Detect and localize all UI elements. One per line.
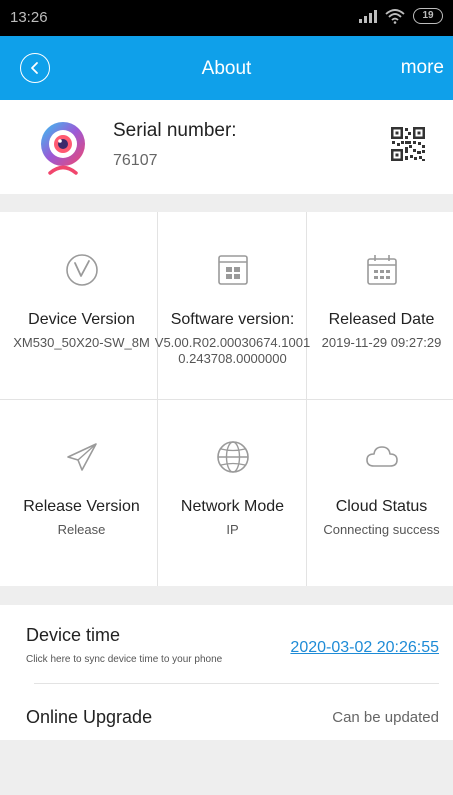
device-card: Serial number: 76107: [0, 100, 453, 194]
qr-code-icon[interactable]: [390, 126, 426, 162]
serial-number-label: Serial number:: [113, 120, 237, 141]
device-time-hint: Click here to sync device time to your p…: [26, 654, 223, 665]
cloud-status-cell: Cloud Status Connecting success: [306, 399, 453, 586]
settings-rows: Device time Click here to sync device ti…: [0, 605, 453, 740]
chip-icon: [217, 255, 248, 285]
paper-plane-icon: [66, 443, 97, 471]
released-date-value: 2019-11-29 09:27:29: [321, 335, 442, 350]
release-version-label: Release Version: [23, 498, 140, 515]
chevron-left-icon: [31, 62, 38, 74]
online-upgrade-status: Can be updated: [332, 709, 439, 726]
device-info-grid: Device Version XM530_50X20-SW_8M Softwar…: [0, 212, 453, 586]
software-version-label: Software version:: [170, 311, 295, 328]
row-divider: [34, 683, 439, 684]
nav-bar: About more: [0, 36, 453, 100]
battery-icon: 19: [413, 8, 443, 24]
status-icons: 19: [359, 8, 443, 24]
page-title: About: [201, 58, 252, 79]
device-version-value: XM530_50X20-SW_8M: [13, 335, 150, 350]
signal-icon: [359, 9, 377, 23]
status-time: 13:26: [10, 9, 48, 26]
cloud-status-label: Cloud Status: [335, 498, 428, 515]
wifi-icon: [385, 9, 405, 24]
cloud-icon: [365, 446, 398, 467]
globe-icon: [216, 441, 249, 473]
device-version-label: Device Version: [28, 311, 135, 328]
release-version-cell: Release Version Release: [6, 399, 157, 586]
cloud-status-value: Connecting success: [323, 522, 440, 537]
network-mode-value: IP: [226, 522, 239, 537]
more-button[interactable]: more: [401, 57, 444, 79]
network-mode-label: Network Mode: [180, 498, 285, 515]
software-version-value: V5.00.R02.00030674.10010.243708.0000000: [154, 335, 311, 366]
back-button[interactable]: [20, 53, 50, 83]
release-version-value: Release: [57, 522, 106, 537]
device-time-title: Device time: [26, 625, 121, 645]
device-version-cell: Device Version XM530_50X20-SW_8M: [6, 212, 157, 399]
calendar-icon: [366, 255, 397, 285]
status-bar: 13:26 19: [0, 0, 453, 36]
released-date-cell: Released Date 2019-11-29 09:27:29: [306, 212, 453, 399]
online-upgrade-title: Online Upgrade: [26, 707, 153, 727]
camera-app-logo: [41, 122, 85, 175]
network-mode-cell: Network Mode IP: [157, 399, 308, 586]
serial-number-value: 76107: [113, 152, 158, 169]
battery-level: 19: [422, 10, 434, 21]
released-date-label: Released Date: [328, 311, 435, 328]
software-version-cell: Software version: V5.00.R02.00030674.100…: [155, 212, 310, 399]
v-circle-icon: [65, 254, 98, 286]
device-time-value[interactable]: 2020-03-02 20:26:55: [290, 639, 439, 657]
